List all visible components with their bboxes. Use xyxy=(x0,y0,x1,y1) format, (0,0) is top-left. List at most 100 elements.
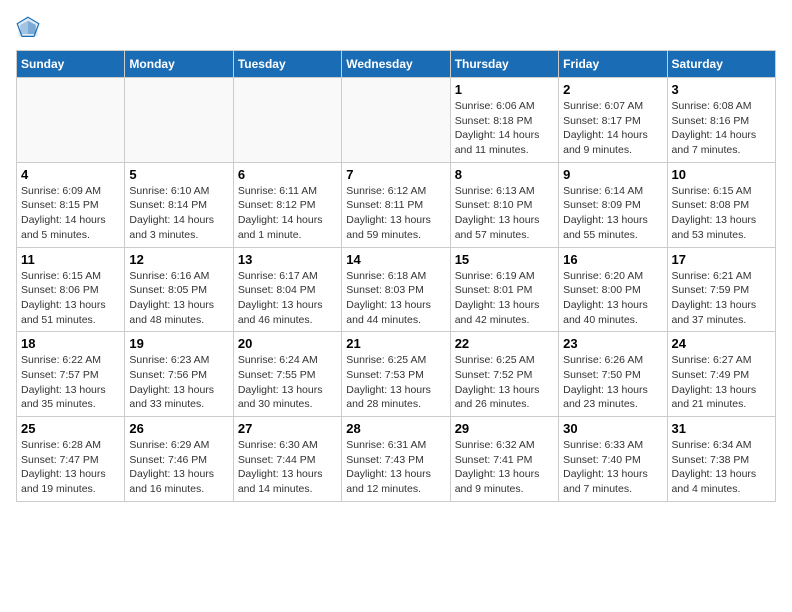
calendar-week-row: 1 Sunrise: 6:06 AMSunset: 8:18 PMDaylight… xyxy=(17,78,776,163)
day-info: Sunrise: 6:30 AMSunset: 7:44 PMDaylight:… xyxy=(238,438,337,497)
day-of-week-header: Wednesday xyxy=(342,51,450,78)
calendar-cell xyxy=(342,78,450,163)
day-info: Sunrise: 6:15 AMSunset: 8:08 PMDaylight:… xyxy=(672,184,771,243)
day-info: Sunrise: 6:11 AMSunset: 8:12 PMDaylight:… xyxy=(238,184,337,243)
calendar-table: SundayMondayTuesdayWednesdayThursdayFrid… xyxy=(16,50,776,502)
day-number: 14 xyxy=(346,252,445,267)
calendar-cell: 18Sunrise: 6:22 AMSunset: 7:57 PMDayligh… xyxy=(17,332,125,417)
calendar-cell: 20 Sunrise: 6:24 AMSunset: 7:55 PMDayligh… xyxy=(233,332,341,417)
day-info: Sunrise: 6:32 AMSunset: 7:41 PMDaylight:… xyxy=(455,438,554,497)
calendar-cell: 14 Sunrise: 6:18 AMSunset: 8:03 PMDayligh… xyxy=(342,247,450,332)
logo xyxy=(16,16,44,40)
calendar-cell: 29 Sunrise: 6:32 AMSunset: 7:41 PMDayligh… xyxy=(450,417,558,502)
logo-icon xyxy=(16,16,40,40)
calendar-cell: 26Sunrise: 6:29 AMSunset: 7:46 PMDayligh… xyxy=(125,417,233,502)
day-info: Sunrise: 6:26 AMSunset: 7:50 PMDaylight:… xyxy=(563,353,662,412)
day-info: Sunrise: 6:14 AMSunset: 8:09 PMDaylight:… xyxy=(563,184,662,243)
calendar-cell xyxy=(233,78,341,163)
day-number: 2 xyxy=(563,82,662,97)
calendar-cell: 9Sunrise: 6:14 AMSunset: 8:09 PMDaylight… xyxy=(559,162,667,247)
day-info: Sunrise: 6:34 AMSunset: 7:38 PMDaylight:… xyxy=(672,438,771,497)
calendar-cell xyxy=(125,78,233,163)
day-number: 23 xyxy=(563,336,662,351)
day-number: 15 xyxy=(455,252,554,267)
calendar-cell: 8Sunrise: 6:13 AMSunset: 8:10 PMDaylight… xyxy=(450,162,558,247)
day-of-week-header: Friday xyxy=(559,51,667,78)
day-info: Sunrise: 6:10 AMSunset: 8:14 PMDaylight:… xyxy=(129,184,228,243)
calendar-cell: 23 Sunrise: 6:26 AMSunset: 7:50 PMDayligh… xyxy=(559,332,667,417)
day-number: 29 xyxy=(455,421,554,436)
day-info: Sunrise: 6:15 AMSunset: 8:06 PMDaylight:… xyxy=(21,269,120,328)
day-number: 27 xyxy=(238,421,337,436)
day-number: 11 xyxy=(21,252,120,267)
day-number: 20 xyxy=(238,336,337,351)
day-number: 7 xyxy=(346,167,445,182)
day-info: Sunrise: 6:16 AMSunset: 8:05 PMDaylight:… xyxy=(129,269,228,328)
day-number: 12 xyxy=(129,252,228,267)
day-info: Sunrise: 6:31 AMSunset: 7:43 PMDaylight:… xyxy=(346,438,445,497)
calendar-cell: 24Sunrise: 6:27 AMSunset: 7:49 PMDayligh… xyxy=(667,332,775,417)
calendar-cell: 13 Sunrise: 6:17 AMSunset: 8:04 PMDayligh… xyxy=(233,247,341,332)
day-info: Sunrise: 6:18 AMSunset: 8:03 PMDaylight:… xyxy=(346,269,445,328)
day-info: Sunrise: 6:08 AMSunset: 8:16 PMDaylight:… xyxy=(672,99,771,158)
calendar-header-row: SundayMondayTuesdayWednesdayThursdayFrid… xyxy=(17,51,776,78)
calendar-cell: 25 Sunrise: 6:28 AMSunset: 7:47 PMDayligh… xyxy=(17,417,125,502)
calendar-cell: 28 Sunrise: 6:31 AMSunset: 7:43 PMDayligh… xyxy=(342,417,450,502)
day-info: Sunrise: 6:25 AMSunset: 7:53 PMDaylight:… xyxy=(346,353,445,412)
day-info: Sunrise: 6:20 AMSunset: 8:00 PMDaylight:… xyxy=(563,269,662,328)
day-number: 1 xyxy=(455,82,554,97)
calendar-cell: 12 Sunrise: 6:16 AMSunset: 8:05 PMDayligh… xyxy=(125,247,233,332)
calendar-cell: 27 Sunrise: 6:30 AMSunset: 7:44 PMDayligh… xyxy=(233,417,341,502)
day-number: 19 xyxy=(129,336,228,351)
day-info: Sunrise: 6:06 AMSunset: 8:18 PMDaylight:… xyxy=(455,99,554,158)
calendar-cell: 5 Sunrise: 6:10 AMSunset: 8:14 PMDaylight… xyxy=(125,162,233,247)
calendar-cell: 31Sunrise: 6:34 AMSunset: 7:38 PMDayligh… xyxy=(667,417,775,502)
day-of-week-header: Thursday xyxy=(450,51,558,78)
day-number: 13 xyxy=(238,252,337,267)
day-number: 16 xyxy=(563,252,662,267)
calendar-cell: 2 Sunrise: 6:07 AMSunset: 8:17 PMDaylight… xyxy=(559,78,667,163)
day-info: Sunrise: 6:28 AMSunset: 7:47 PMDaylight:… xyxy=(21,438,120,497)
day-info: Sunrise: 6:33 AMSunset: 7:40 PMDaylight:… xyxy=(563,438,662,497)
calendar-cell: 30 Sunrise: 6:33 AMSunset: 7:40 PMDayligh… xyxy=(559,417,667,502)
day-of-week-header: Tuesday xyxy=(233,51,341,78)
day-info: Sunrise: 6:17 AMSunset: 8:04 PMDaylight:… xyxy=(238,269,337,328)
calendar-cell: 1 Sunrise: 6:06 AMSunset: 8:18 PMDaylight… xyxy=(450,78,558,163)
day-number: 6 xyxy=(238,167,337,182)
calendar-cell: 7 Sunrise: 6:12 AMSunset: 8:11 PMDaylight… xyxy=(342,162,450,247)
day-number: 24 xyxy=(672,336,771,351)
day-number: 5 xyxy=(129,167,228,182)
day-info: Sunrise: 6:24 AMSunset: 7:55 PMDaylight:… xyxy=(238,353,337,412)
day-info: Sunrise: 6:25 AMSunset: 7:52 PMDaylight:… xyxy=(455,353,554,412)
calendar-cell: 19 Sunrise: 6:23 AMSunset: 7:56 PMDayligh… xyxy=(125,332,233,417)
calendar-cell xyxy=(17,78,125,163)
day-number: 25 xyxy=(21,421,120,436)
calendar-week-row: 11 Sunrise: 6:15 AMSunset: 8:06 PMDayligh… xyxy=(17,247,776,332)
calendar-cell: 17Sunrise: 6:21 AMSunset: 7:59 PMDayligh… xyxy=(667,247,775,332)
day-number: 22 xyxy=(455,336,554,351)
day-info: Sunrise: 6:29 AMSunset: 7:46 PMDaylight:… xyxy=(129,438,228,497)
day-info: Sunrise: 6:22 AMSunset: 7:57 PMDaylight:… xyxy=(21,353,120,412)
day-number: 30 xyxy=(563,421,662,436)
day-info: Sunrise: 6:23 AMSunset: 7:56 PMDaylight:… xyxy=(129,353,228,412)
page-header xyxy=(16,16,776,40)
day-info: Sunrise: 6:07 AMSunset: 8:17 PMDaylight:… xyxy=(563,99,662,158)
day-info: Sunrise: 6:09 AMSunset: 8:15 PMDaylight:… xyxy=(21,184,120,243)
calendar-cell: 21 Sunrise: 6:25 AMSunset: 7:53 PMDayligh… xyxy=(342,332,450,417)
calendar-cell: 22 Sunrise: 6:25 AMSunset: 7:52 PMDayligh… xyxy=(450,332,558,417)
calendar-cell: 10 Sunrise: 6:15 AMSunset: 8:08 PMDayligh… xyxy=(667,162,775,247)
calendar-week-row: 18Sunrise: 6:22 AMSunset: 7:57 PMDayligh… xyxy=(17,332,776,417)
day-info: Sunrise: 6:12 AMSunset: 8:11 PMDaylight:… xyxy=(346,184,445,243)
calendar-cell: 6 Sunrise: 6:11 AMSunset: 8:12 PMDaylight… xyxy=(233,162,341,247)
day-number: 28 xyxy=(346,421,445,436)
day-number: 21 xyxy=(346,336,445,351)
calendar-cell: 15 Sunrise: 6:19 AMSunset: 8:01 PMDayligh… xyxy=(450,247,558,332)
day-of-week-header: Saturday xyxy=(667,51,775,78)
day-info: Sunrise: 6:19 AMSunset: 8:01 PMDaylight:… xyxy=(455,269,554,328)
day-of-week-header: Monday xyxy=(125,51,233,78)
calendar-cell: 4Sunrise: 6:09 AMSunset: 8:15 PMDaylight… xyxy=(17,162,125,247)
day-number: 10 xyxy=(672,167,771,182)
calendar-cell: 16 Sunrise: 6:20 AMSunset: 8:00 PMDayligh… xyxy=(559,247,667,332)
calendar-week-row: 25 Sunrise: 6:28 AMSunset: 7:47 PMDayligh… xyxy=(17,417,776,502)
calendar-week-row: 4Sunrise: 6:09 AMSunset: 8:15 PMDaylight… xyxy=(17,162,776,247)
